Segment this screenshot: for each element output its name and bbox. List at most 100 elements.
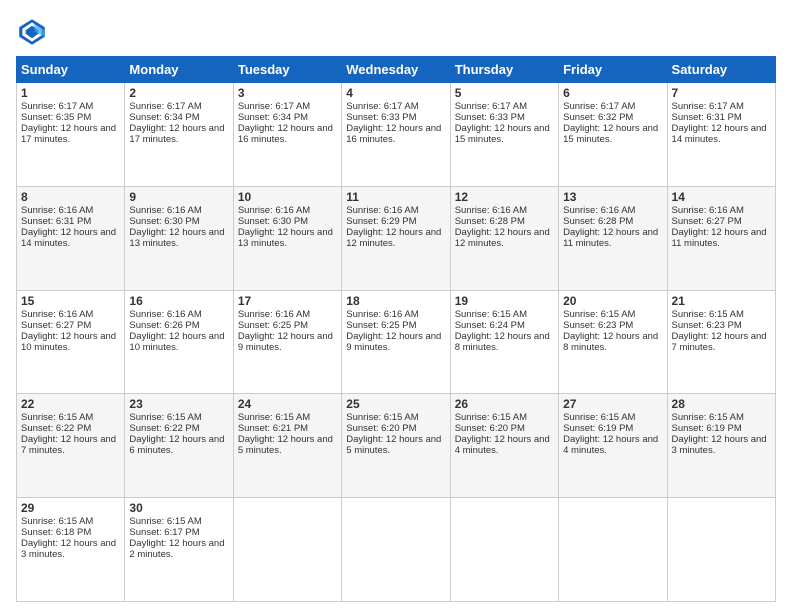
sunrise: Sunrise: 6:16 AM xyxy=(21,309,93,320)
daylight: Daylight: 12 hours and 16 minutes. xyxy=(238,123,333,145)
day-number: 17 xyxy=(238,294,337,308)
sunrise: Sunrise: 6:16 AM xyxy=(346,309,418,320)
day-number: 22 xyxy=(21,397,120,411)
sunset: Sunset: 6:25 PM xyxy=(346,320,416,331)
day-number: 16 xyxy=(129,294,228,308)
day-number: 27 xyxy=(563,397,662,411)
sunset: Sunset: 6:29 PM xyxy=(346,216,416,227)
sunrise: Sunrise: 6:15 AM xyxy=(129,516,201,527)
sunrise: Sunrise: 6:16 AM xyxy=(21,205,93,216)
day-cell: 3Sunrise: 6:17 AMSunset: 6:34 PMDaylight… xyxy=(233,83,341,187)
header-row: SundayMondayTuesdayWednesdayThursdayFrid… xyxy=(17,57,776,83)
sunset: Sunset: 6:22 PM xyxy=(129,423,199,434)
daylight: Daylight: 12 hours and 9 minutes. xyxy=(238,331,333,353)
day-cell: 6Sunrise: 6:17 AMSunset: 6:32 PMDaylight… xyxy=(559,83,667,187)
header-cell-thursday: Thursday xyxy=(450,57,558,83)
day-number: 7 xyxy=(672,86,771,100)
daylight: Daylight: 12 hours and 14 minutes. xyxy=(21,227,116,249)
header-cell-tuesday: Tuesday xyxy=(233,57,341,83)
daylight: Daylight: 12 hours and 14 minutes. xyxy=(672,123,767,145)
sunrise: Sunrise: 6:15 AM xyxy=(563,412,635,423)
day-number: 29 xyxy=(21,501,120,515)
day-cell: 9Sunrise: 6:16 AMSunset: 6:30 PMDaylight… xyxy=(125,186,233,290)
header-cell-sunday: Sunday xyxy=(17,57,125,83)
sunrise: Sunrise: 6:17 AM xyxy=(563,101,635,112)
day-number: 12 xyxy=(455,190,554,204)
day-number: 24 xyxy=(238,397,337,411)
sunrise: Sunrise: 6:15 AM xyxy=(238,412,310,423)
day-cell: 5Sunrise: 6:17 AMSunset: 6:33 PMDaylight… xyxy=(450,83,558,187)
sunrise: Sunrise: 6:17 AM xyxy=(21,101,93,112)
header-cell-friday: Friday xyxy=(559,57,667,83)
sunset: Sunset: 6:34 PM xyxy=(238,112,308,123)
day-cell: 12Sunrise: 6:16 AMSunset: 6:28 PMDayligh… xyxy=(450,186,558,290)
day-number: 28 xyxy=(672,397,771,411)
day-number: 13 xyxy=(563,190,662,204)
daylight: Daylight: 12 hours and 17 minutes. xyxy=(21,123,116,145)
sunset: Sunset: 6:17 PM xyxy=(129,527,199,538)
sunset: Sunset: 6:30 PM xyxy=(238,216,308,227)
day-cell: 7Sunrise: 6:17 AMSunset: 6:31 PMDaylight… xyxy=(667,83,775,187)
day-number: 19 xyxy=(455,294,554,308)
sunset: Sunset: 6:27 PM xyxy=(21,320,91,331)
week-row-5: 29Sunrise: 6:15 AMSunset: 6:18 PMDayligh… xyxy=(17,498,776,602)
sunset: Sunset: 6:25 PM xyxy=(238,320,308,331)
day-number: 18 xyxy=(346,294,445,308)
week-row-1: 1Sunrise: 6:17 AMSunset: 6:35 PMDaylight… xyxy=(17,83,776,187)
sunrise: Sunrise: 6:15 AM xyxy=(129,412,201,423)
day-cell xyxy=(667,498,775,602)
day-cell: 14Sunrise: 6:16 AMSunset: 6:27 PMDayligh… xyxy=(667,186,775,290)
sunset: Sunset: 6:23 PM xyxy=(672,320,742,331)
sunset: Sunset: 6:33 PM xyxy=(455,112,525,123)
day-cell: 30Sunrise: 6:15 AMSunset: 6:17 PMDayligh… xyxy=(125,498,233,602)
day-cell: 15Sunrise: 6:16 AMSunset: 6:27 PMDayligh… xyxy=(17,290,125,394)
sunset: Sunset: 6:19 PM xyxy=(672,423,742,434)
daylight: Daylight: 12 hours and 13 minutes. xyxy=(238,227,333,249)
sunset: Sunset: 6:27 PM xyxy=(672,216,742,227)
day-number: 23 xyxy=(129,397,228,411)
day-cell: 11Sunrise: 6:16 AMSunset: 6:29 PMDayligh… xyxy=(342,186,450,290)
sunrise: Sunrise: 6:15 AM xyxy=(21,516,93,527)
day-number: 20 xyxy=(563,294,662,308)
sunrise: Sunrise: 6:15 AM xyxy=(455,412,527,423)
day-cell: 8Sunrise: 6:16 AMSunset: 6:31 PMDaylight… xyxy=(17,186,125,290)
daylight: Daylight: 12 hours and 10 minutes. xyxy=(21,331,116,353)
sunset: Sunset: 6:33 PM xyxy=(346,112,416,123)
week-row-2: 8Sunrise: 6:16 AMSunset: 6:31 PMDaylight… xyxy=(17,186,776,290)
daylight: Daylight: 12 hours and 13 minutes. xyxy=(129,227,224,249)
sunset: Sunset: 6:30 PM xyxy=(129,216,199,227)
sunset: Sunset: 6:31 PM xyxy=(21,216,91,227)
day-cell: 1Sunrise: 6:17 AMSunset: 6:35 PMDaylight… xyxy=(17,83,125,187)
sunrise: Sunrise: 6:16 AM xyxy=(563,205,635,216)
daylight: Daylight: 12 hours and 15 minutes. xyxy=(455,123,550,145)
day-cell: 10Sunrise: 6:16 AMSunset: 6:30 PMDayligh… xyxy=(233,186,341,290)
day-cell: 2Sunrise: 6:17 AMSunset: 6:34 PMDaylight… xyxy=(125,83,233,187)
sunrise: Sunrise: 6:17 AM xyxy=(672,101,744,112)
day-number: 14 xyxy=(672,190,771,204)
calendar-header: SundayMondayTuesdayWednesdayThursdayFrid… xyxy=(17,57,776,83)
logo xyxy=(16,16,52,48)
daylight: Daylight: 12 hours and 9 minutes. xyxy=(346,331,441,353)
sunrise: Sunrise: 6:15 AM xyxy=(346,412,418,423)
sunset: Sunset: 6:19 PM xyxy=(563,423,633,434)
daylight: Daylight: 12 hours and 16 minutes. xyxy=(346,123,441,145)
day-number: 6 xyxy=(563,86,662,100)
sunrise: Sunrise: 6:17 AM xyxy=(238,101,310,112)
day-number: 9 xyxy=(129,190,228,204)
page: SundayMondayTuesdayWednesdayThursdayFrid… xyxy=(0,0,792,612)
daylight: Daylight: 12 hours and 8 minutes. xyxy=(563,331,658,353)
day-cell: 26Sunrise: 6:15 AMSunset: 6:20 PMDayligh… xyxy=(450,394,558,498)
daylight: Daylight: 12 hours and 6 minutes. xyxy=(129,434,224,456)
day-cell: 23Sunrise: 6:15 AMSunset: 6:22 PMDayligh… xyxy=(125,394,233,498)
sunset: Sunset: 6:20 PM xyxy=(346,423,416,434)
sunset: Sunset: 6:35 PM xyxy=(21,112,91,123)
daylight: Daylight: 12 hours and 4 minutes. xyxy=(455,434,550,456)
day-number: 30 xyxy=(129,501,228,515)
daylight: Daylight: 12 hours and 2 minutes. xyxy=(129,538,224,560)
sunrise: Sunrise: 6:17 AM xyxy=(455,101,527,112)
header-cell-monday: Monday xyxy=(125,57,233,83)
sunset: Sunset: 6:28 PM xyxy=(455,216,525,227)
calendar-body: 1Sunrise: 6:17 AMSunset: 6:35 PMDaylight… xyxy=(17,83,776,602)
day-cell: 13Sunrise: 6:16 AMSunset: 6:28 PMDayligh… xyxy=(559,186,667,290)
daylight: Daylight: 12 hours and 7 minutes. xyxy=(21,434,116,456)
